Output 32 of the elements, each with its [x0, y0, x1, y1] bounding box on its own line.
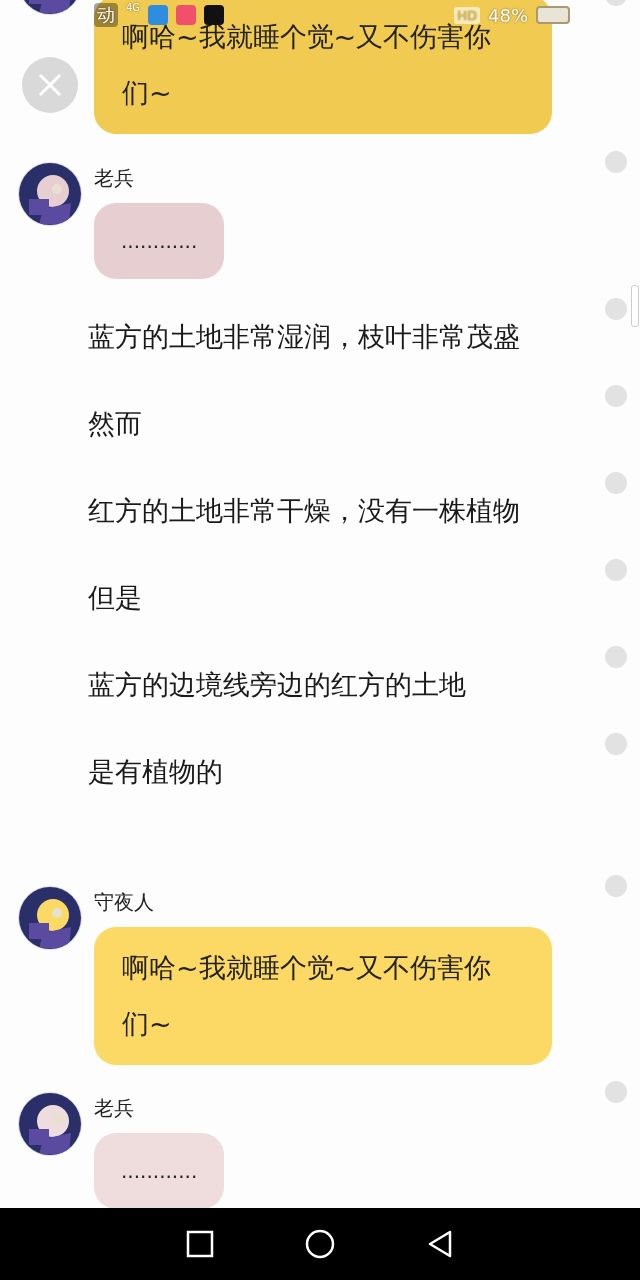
message-bubble: ............ [94, 203, 225, 280]
select-dot[interactable] [605, 471, 627, 494]
narration-text: 红方的土地非常干燥，没有一株植物 [88, 494, 520, 529]
narration-text: 但是 [88, 581, 142, 616]
narration-text: 蓝方的边境线旁边的红方的土地 [88, 668, 466, 703]
select-dot[interactable] [605, 558, 627, 581]
narration-text: 然而 [88, 407, 142, 442]
close-button[interactable] [22, 57, 78, 113]
message-bubble: 啊哈~我就睡个觉~又不伤害你们~ [94, 926, 552, 1065]
select-dot[interactable] [605, 732, 627, 755]
select-dot[interactable] [605, 1081, 627, 1104]
battery-text: 48% [488, 4, 528, 26]
select-dot[interactable] [605, 297, 627, 320]
sender-name: 守夜人 [94, 888, 154, 916]
battery-icon [536, 6, 570, 24]
sender-name: 老兵 [94, 1095, 134, 1123]
select-dot[interactable] [605, 645, 627, 668]
select-dot[interactable] [605, 874, 627, 897]
home-button[interactable] [305, 1229, 335, 1259]
app-icon [176, 5, 197, 25]
carrier-text: 动 [94, 3, 118, 27]
select-dot[interactable] [605, 384, 627, 407]
network-text: 4G [126, 2, 141, 13]
narration-text: 蓝方的土地非常湿润，枝叶非常茂盛 [88, 320, 520, 355]
narration-text: 是有植物的 [88, 755, 223, 790]
close-icon [38, 73, 62, 97]
message-bubble: ............ [94, 1133, 225, 1208]
app-icon [204, 5, 225, 25]
hd-badge: HD [454, 6, 480, 24]
sender-name: 老兵 [94, 165, 134, 193]
select-dot[interactable] [605, 151, 627, 174]
recents-button[interactable] [185, 1229, 215, 1259]
